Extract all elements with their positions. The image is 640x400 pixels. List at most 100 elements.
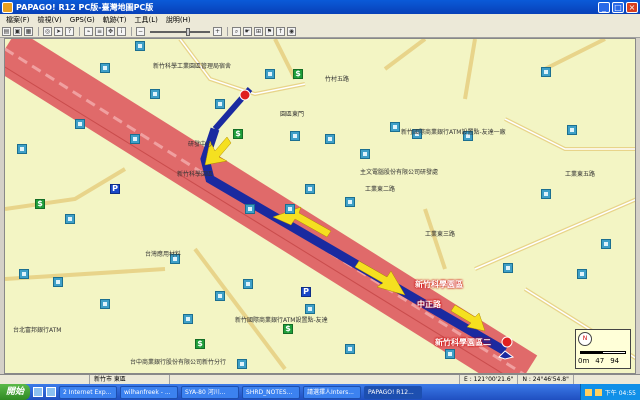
end-marker[interactable] bbox=[239, 89, 251, 101]
bookmark-icon[interactable]: ⚑ bbox=[265, 27, 274, 36]
poi-icon[interactable] bbox=[360, 149, 370, 159]
poi-icon[interactable] bbox=[503, 263, 513, 273]
map-view[interactable]: $ $ $ $ P P $ 新竹科學工業園區管理局宿舍 研發中心 新竹科學園區 … bbox=[4, 38, 636, 374]
poi-icon[interactable] bbox=[245, 204, 255, 214]
toolbar-separator bbox=[227, 27, 229, 36]
north-icon[interactable]: ↑ bbox=[276, 27, 285, 36]
poi-icon[interactable] bbox=[325, 134, 335, 144]
poi-icon[interactable] bbox=[100, 63, 110, 73]
menu-track[interactable]: 軌跡(T) bbox=[99, 15, 131, 25]
info-icon[interactable]: i bbox=[117, 27, 126, 36]
poi-icon[interactable] bbox=[577, 269, 587, 279]
window-title: PAPAGO! R12 PC版-臺灣地圖PC版 bbox=[16, 2, 154, 12]
poi-icon[interactable] bbox=[215, 291, 225, 301]
poi-icon[interactable] bbox=[445, 349, 455, 359]
bank-icon[interactable]: $ bbox=[233, 129, 243, 139]
save-icon[interactable]: ▣ bbox=[13, 27, 22, 36]
quicklaunch-icon[interactable] bbox=[33, 387, 44, 397]
hand-icon[interactable]: ☛ bbox=[243, 27, 252, 36]
poi-icon[interactable] bbox=[130, 134, 140, 144]
zoom-slider-knob[interactable] bbox=[186, 27, 191, 36]
poi-icon[interactable] bbox=[237, 359, 247, 369]
zoom-in-icon[interactable]: + bbox=[213, 27, 222, 36]
taskbar-item[interactable]: 2 Internet Exp... bbox=[59, 385, 118, 399]
camera-icon[interactable]: ◉ bbox=[287, 27, 296, 36]
poi-icon[interactable] bbox=[285, 204, 295, 214]
scale-label-end: 94 bbox=[610, 357, 620, 365]
system-tray: 下午 04:55 bbox=[579, 384, 640, 400]
start-marker[interactable] bbox=[501, 336, 513, 348]
tray-icon[interactable] bbox=[584, 388, 592, 396]
map-label: 新竹科學園區 bbox=[177, 171, 214, 178]
taskbar-item-active[interactable]: PAPAGO! R12... bbox=[364, 385, 423, 399]
track-icon[interactable]: ⌁ bbox=[84, 27, 93, 36]
taskbar-item[interactable]: SHRD_NOTES... bbox=[242, 385, 301, 399]
taskbar-item[interactable]: 請選擇人Inters... bbox=[303, 385, 362, 399]
title-bar: PAPAGO! R12 PC版-臺灣地圖PC版 _ □ × bbox=[0, 0, 640, 14]
minimize-button[interactable]: _ bbox=[598, 1, 610, 13]
poi-icon[interactable] bbox=[215, 99, 225, 109]
status-empty bbox=[0, 375, 90, 384]
poi-icon[interactable] bbox=[75, 119, 85, 129]
poi-icon[interactable] bbox=[150, 89, 160, 99]
compass-icon[interactable]: N bbox=[578, 332, 592, 346]
gps-icon[interactable]: ◎ bbox=[43, 27, 52, 36]
menu-file[interactable]: 檔案(F) bbox=[2, 15, 34, 25]
map-label: 工業東五路 bbox=[565, 171, 596, 178]
start-button[interactable]: 開始 bbox=[0, 384, 31, 400]
menu-bar: 檔案(F) 檢視(V) GPS(G) 軌跡(T) 工具(L) 說明(H) bbox=[0, 14, 640, 26]
status-bar: 新竹市 東區 E : 121°00'21.6" N : 24°46'54.8" bbox=[0, 374, 640, 384]
poi-icon[interactable] bbox=[135, 41, 145, 51]
measure-icon[interactable]: ⊞ bbox=[254, 27, 263, 36]
poi-icon[interactable] bbox=[243, 279, 253, 289]
bank-icon[interactable]: $ bbox=[283, 324, 293, 334]
bank-icon[interactable]: $ bbox=[195, 339, 205, 349]
menu-gps[interactable]: GPS(G) bbox=[66, 16, 99, 24]
tray-icon[interactable] bbox=[594, 388, 602, 396]
poi-icon[interactable] bbox=[53, 277, 63, 287]
menu-tools[interactable]: 工具(L) bbox=[131, 15, 162, 25]
print-icon[interactable]: ▦ bbox=[24, 27, 33, 36]
poi-icon[interactable] bbox=[100, 299, 110, 309]
maximize-button[interactable]: □ bbox=[612, 1, 624, 13]
poi-icon[interactable] bbox=[345, 344, 355, 354]
menu-view[interactable]: 檢視(V) bbox=[34, 15, 66, 25]
open-icon[interactable]: ▤ bbox=[2, 27, 11, 36]
map-label: 台中商業銀行股份有限公司新竹分行 bbox=[130, 359, 227, 366]
poi-icon[interactable] bbox=[265, 69, 275, 79]
poi-icon[interactable] bbox=[305, 184, 315, 194]
poi-icon[interactable] bbox=[183, 314, 193, 324]
toolbar: ▤ ▣ ▦ ◎ ➤ ? ⌁ ≡ ✥ i − + ⌕ ☛ ⊞ ⚑ ↑ ◉ bbox=[0, 26, 640, 38]
poi-icon[interactable] bbox=[19, 269, 29, 279]
quicklaunch-icon[interactable] bbox=[46, 387, 57, 397]
map-label: 竹村五路 bbox=[325, 76, 350, 83]
zoom-slider[interactable] bbox=[150, 27, 210, 36]
taskbar-item[interactable]: SYA-80 河川... bbox=[181, 385, 240, 399]
parking-icon[interactable]: P bbox=[301, 287, 311, 297]
parking-icon[interactable]: P bbox=[110, 184, 120, 194]
bank-icon[interactable]: $ bbox=[35, 199, 45, 209]
poi-icon[interactable] bbox=[17, 144, 27, 154]
poi-icon[interactable] bbox=[567, 125, 577, 135]
poi-icon[interactable] bbox=[345, 197, 355, 207]
poi-icon[interactable] bbox=[541, 189, 551, 199]
find-icon[interactable]: ? bbox=[65, 27, 74, 36]
bank-icon[interactable]: $ bbox=[293, 69, 303, 79]
poi-icon[interactable] bbox=[65, 214, 75, 224]
menu-help[interactable]: 說明(H) bbox=[162, 15, 195, 25]
route-icon[interactable]: ➤ bbox=[54, 27, 63, 36]
poi-icon[interactable] bbox=[390, 122, 400, 132]
taskbar-item[interactable]: wilhanfreek - ... bbox=[120, 385, 179, 399]
close-button[interactable]: × bbox=[626, 1, 638, 13]
layer-icon[interactable]: ≡ bbox=[95, 27, 104, 36]
zoom-out-icon[interactable]: − bbox=[136, 27, 145, 36]
poi-icon[interactable] bbox=[305, 304, 315, 314]
poi-icon[interactable] bbox=[541, 67, 551, 77]
poi-icon[interactable] bbox=[601, 239, 611, 249]
scale-labels: 0m 47 94 bbox=[578, 357, 619, 365]
pan-icon[interactable]: ✥ bbox=[106, 27, 115, 36]
taskbar: 開始 2 Internet Exp... wilhanfreek - ... S… bbox=[0, 384, 640, 400]
map-label: 新竹科學工業園區管理局宿舍 bbox=[153, 63, 232, 70]
search-icon[interactable]: ⌕ bbox=[232, 27, 241, 36]
poi-icon[interactable] bbox=[290, 131, 300, 141]
